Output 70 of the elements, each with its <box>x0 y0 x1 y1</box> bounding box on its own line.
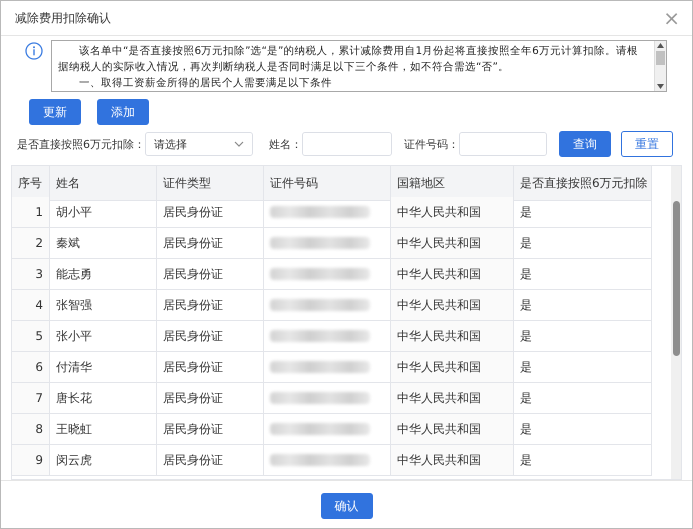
input-field[interactable] <box>459 132 547 156</box>
scroll-up-icon[interactable] <box>657 43 664 48</box>
notice-text-box[interactable]: 该名单中“是否直接按照6万元扣除”选“是”的纳税人，累计减除费用自1月份起将直接按照全年6万元计算扣除。请根据纳税人的实际收入情况，再次判断纳税人是否同时满足以下三个条件，如不符合需选“否”。 一、取得工资薪金所得的居民个人需要满足以下条件 <box>51 40 667 92</box>
input-field[interactable] <box>302 132 392 156</box>
scroll-down-icon[interactable] <box>657 84 664 89</box>
chevron-down-icon <box>234 141 244 147</box>
table-cell: 9 <box>12 445 50 476</box>
table-cell: 能志勇 <box>50 259 157 290</box>
table-cell: 秦斌 <box>50 228 157 259</box>
scrollbar[interactable] <box>671 166 681 479</box>
scrollbar[interactable] <box>654 41 666 91</box>
table-cell: 中华人民共和国 <box>391 290 514 321</box>
info-icon <box>25 42 43 60</box>
column-header[interactable]: 是否直接按照6万元扣除 <box>514 166 652 201</box>
table-cell: 胡小平 <box>50 197 157 228</box>
table-cell: 6 <box>12 352 50 383</box>
reset-button[interactable]: 重置 <box>621 131 673 157</box>
table-cell: 付清华 <box>50 352 157 383</box>
table-cell: 居民身份证 <box>157 321 264 352</box>
table-cell: 是 <box>514 414 652 445</box>
select-field[interactable]: 请选择 <box>145 132 253 156</box>
table-cell: 中华人民共和国 <box>391 352 514 383</box>
table-cell: 是 <box>514 290 652 321</box>
table-cell: 是 <box>514 321 652 352</box>
table-cell: 是 <box>514 197 652 228</box>
column-header[interactable]: 姓名 <box>50 166 157 201</box>
notice-paragraph: 一、取得工资薪金所得的居民个人需要满足以下条件 <box>78 76 333 91</box>
table-cell: 中华人民共和国 <box>391 445 514 476</box>
table-cell: 2 <box>12 228 50 259</box>
table-cell: 居民身份证 <box>157 197 264 228</box>
table-cell: 闵云虎 <box>50 445 157 476</box>
table-cell: 居民身份证 <box>157 290 264 321</box>
column-header[interactable]: 证件类型 <box>157 166 264 201</box>
filter-label: 姓名： <box>269 136 302 152</box>
filter-label: 证件号码： <box>404 136 459 152</box>
table-cell: 居民身份证 <box>157 383 264 414</box>
filter-label: 是否直接按照6万元扣除： <box>17 136 145 152</box>
table-cell: 7 <box>12 383 50 414</box>
table-cell: 是 <box>514 445 652 476</box>
column-header[interactable]: 证件号码 <box>264 166 391 201</box>
table-cell: 唐长花 <box>50 383 157 414</box>
table-cell: 中华人民共和国 <box>391 197 514 228</box>
search-button[interactable]: 查询 <box>559 131 611 157</box>
table-cell: 5 <box>12 321 50 352</box>
table-cell: 居民身份证 <box>157 445 264 476</box>
table-cell: 居民身份证 <box>157 259 264 290</box>
table-cell: 是 <box>514 383 652 414</box>
window-title: 减除费用扣除确认 <box>15 10 111 26</box>
table-cell: 是 <box>514 228 652 259</box>
table-cell: 1 <box>12 197 50 228</box>
table-cell: 3 <box>12 259 50 290</box>
table-cell: 中华人民共和国 <box>391 383 514 414</box>
table-cell: 4 <box>12 290 50 321</box>
table-cell: 居民身份证 <box>157 414 264 445</box>
refresh-button[interactable]: 更新 <box>29 99 81 125</box>
table-cell: 居民身份证 <box>157 352 264 383</box>
table-cell: 中华人民共和国 <box>391 321 514 352</box>
table-cell: 张智强 <box>50 290 157 321</box>
notice-paragraph: 该名单中“是否直接按照6万元扣除”选“是”的纳税人，累计减除费用自1月份起将直接按照全年6万元计算扣除。请根据纳税人的实际收入情况，再次判断纳税人是否同时满足以下三个条件，如不符合需选“否”。 <box>58 44 639 75</box>
table-cell: 中华人民共和国 <box>391 259 514 290</box>
table-cell: 8 <box>12 414 50 445</box>
table-cell: 张小平 <box>50 321 157 352</box>
table-cell: 居民身份证 <box>157 228 264 259</box>
table-cell: 中华人民共和国 <box>391 414 514 445</box>
add-button[interactable]: 添加 <box>97 99 149 125</box>
confirm-button[interactable]: 确认 <box>320 493 372 519</box>
table-cell: 是 <box>514 259 652 290</box>
table-cell: 是 <box>514 352 652 383</box>
table-cell: 王晓虹 <box>50 414 157 445</box>
table-cell: 中华人民共和国 <box>391 228 514 259</box>
